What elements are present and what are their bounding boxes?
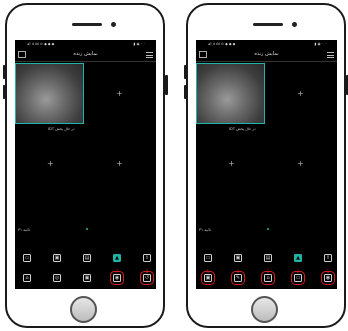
app-screen: ◂ᛝ ıl ılıl ⊙ ◆ ◆ ◆ ▮ ◉ ᛫ ᛫ نمایش زنده ID…: [15, 40, 156, 289]
home-button[interactable]: [70, 296, 97, 323]
add-camera-plus-icon[interactable]: +: [228, 160, 235, 168]
playback-time: ۳۱ ثانیه: [199, 227, 211, 232]
video-record-icon[interactable]: ▭: [291, 271, 305, 285]
annotation-number: 5: [206, 269, 210, 274]
home-icon[interactable]: ⌂: [23, 274, 31, 282]
title-bar: نمایش زنده: [15, 49, 156, 62]
status-bar: ◂ᛝ ıl ılıl ⊙ ◆ ◆ ◆ ▮ ◉ ᛫ ᛫: [196, 40, 337, 49]
add-camera-plus-icon[interactable]: +: [47, 160, 54, 168]
lock-icon[interactable]: ⌂: [261, 271, 275, 285]
status-icons-left: ◂ᛝ ıl ılıl ⊙ ◆ ◆ ◆: [27, 42, 55, 46]
single-view-icon[interactable]: ▭: [204, 254, 212, 262]
page-title: نمایش زنده: [254, 51, 279, 57]
camera-label: IDT در حال پخش: [229, 127, 256, 131]
volume-up-button: [3, 65, 6, 79]
snapshot-icon[interactable]: ▣: [201, 271, 215, 285]
phone-left: ◂ᛝ ıl ılıl ⊙ ◆ ◆ ◆ ▮ ◉ ᛫ ᛫ نمایش زنده ID…: [3, 3, 168, 328]
speaker: [72, 23, 102, 26]
live-mode-icon[interactable]: ▲: [113, 254, 121, 262]
single-view-icon[interactable]: ▭: [23, 254, 31, 262]
quad-view-icon[interactable]: ▣: [234, 254, 242, 262]
record-icon[interactable]: ◉: [110, 271, 124, 285]
power-button: [165, 75, 168, 95]
add-camera-plus-icon[interactable]: +: [116, 160, 123, 168]
camera-video-tile[interactable]: [15, 63, 84, 124]
volume-down-button: [3, 85, 6, 99]
grid-view-icon[interactable]: ▤: [264, 254, 272, 262]
home-button[interactable]: [251, 296, 278, 323]
location-icon[interactable]: ◎: [53, 274, 61, 282]
menu-icon[interactable]: [327, 52, 334, 58]
page-indicator-dot: [86, 228, 88, 230]
add-camera-plus-icon[interactable]: +: [116, 90, 123, 98]
upload-icon[interactable]: ⇪: [143, 254, 151, 262]
annotation-number: 8: [145, 269, 149, 274]
phone-right: ◂ᛝ ıl ılıl ⊙ ◆ ◆ ◆ ▮ ◉ ᛫ ᛫ نمایش زنده ID…: [184, 3, 348, 328]
app-screen: ◂ᛝ ıl ılıl ⊙ ◆ ◆ ◆ ▮ ◉ ᛫ ᛫ نمایش زنده ID…: [196, 40, 337, 289]
status-icons-right: ▮ ◉ ᛫ ᛫: [314, 42, 327, 46]
quad-view-icon[interactable]: ▣: [53, 254, 61, 262]
annotation-number: 2: [296, 269, 300, 274]
status-icons-right: ▮ ◉ ᛫ ᛫: [133, 42, 146, 46]
annotation-number: 7: [115, 269, 119, 274]
upload-icon[interactable]: ⇪: [324, 254, 332, 262]
camera-video-tile[interactable]: [196, 63, 265, 124]
front-camera: [111, 22, 116, 27]
annotation-number: 4: [236, 269, 240, 274]
add-camera-plus-icon[interactable]: +: [297, 90, 304, 98]
edit-icon[interactable]: ✎: [231, 271, 245, 285]
add-camera-plus-icon[interactable]: +: [297, 160, 304, 168]
volume-down-button: [184, 85, 187, 99]
front-camera: [292, 22, 297, 27]
camera-label: IDT در حال پخش: [48, 127, 75, 131]
menu-icon[interactable]: [146, 52, 153, 58]
speaker: [253, 23, 283, 26]
rotate-icon[interactable]: ↺: [140, 271, 154, 285]
annotation-number: 1: [326, 269, 330, 274]
live-mode-icon[interactable]: ▲: [294, 254, 302, 262]
page-title: نمایش زنده: [73, 51, 98, 57]
camera-icon[interactable]: ◉: [321, 271, 335, 285]
playback-time: ۳۱ ثانیه: [18, 227, 30, 232]
annotation-number: 3: [266, 269, 270, 274]
title-bar: نمایش زنده: [196, 49, 337, 62]
status-icons-left: ◂ᛝ ıl ılıl ⊙ ◆ ◆ ◆: [208, 42, 236, 46]
status-bar: ◂ᛝ ıl ılıl ⊙ ◆ ◆ ◆ ▮ ◉ ᛫ ᛫: [15, 40, 156, 49]
media-icon[interactable]: ▣: [83, 274, 91, 282]
page-indicator-dot: [267, 228, 269, 230]
volume-up-button: [184, 65, 187, 79]
grid-view-icon[interactable]: ▤: [83, 254, 91, 262]
